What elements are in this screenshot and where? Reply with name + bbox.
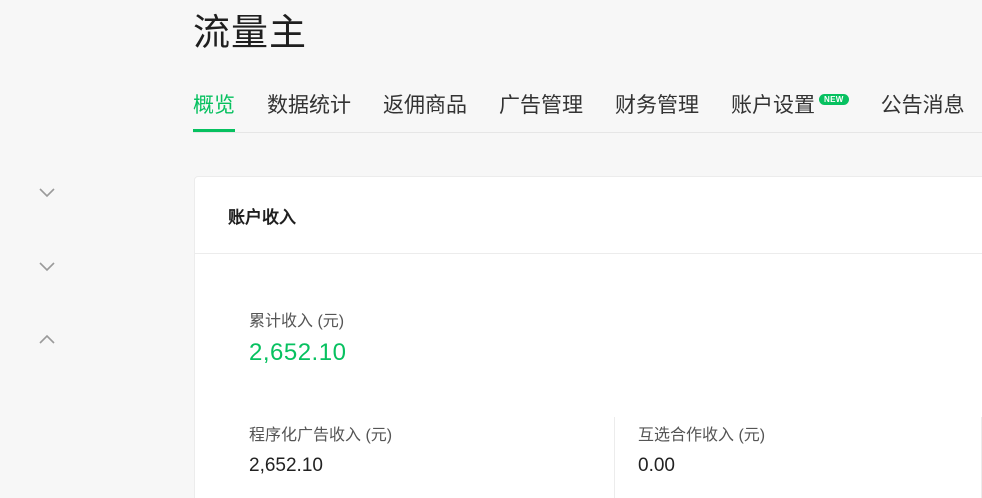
tab-label: 财务管理 [615,94,699,117]
card-header: 账户收入 [195,177,982,254]
tab-finance[interactable]: 财务管理 [615,84,699,128]
tab-label: 概览 [193,94,235,117]
mutual-selection-income: 互选合作收入 (元) 0.00 [638,421,765,477]
tab-ad-management[interactable]: 广告管理 [499,84,583,128]
programmatic-ad-income-label: 程序化广告收入 (元) [249,427,393,444]
total-income-label: 累计收入 (元) [249,313,345,330]
tab-rebate-products[interactable]: 返佣商品 [383,84,467,128]
tab-label: 返佣商品 [383,94,467,117]
chevron-down-icon[interactable] [38,258,56,276]
tab-announcements[interactable]: 公告消息 [881,84,965,128]
chevron-up-icon[interactable] [38,330,56,348]
chevron-down-icon[interactable] [38,184,56,202]
programmatic-ad-income: 程序化广告收入 (元) 2,652.10 [249,421,392,477]
account-income-card: 账户收入 累计收入 (元) 2,652.10 程序化广告收入 (元) 2,652… [194,176,982,498]
tab-overview[interactable]: 概览 [193,84,235,132]
total-income: 累计收入 (元) 2,652.10 [249,307,346,367]
programmatic-ad-income-value: 2,652.10 [249,455,323,476]
tab-label: 广告管理 [499,94,583,117]
tab-label: 数据统计 [267,94,351,117]
total-income-value: 2,652.10 [249,339,347,366]
card-title: 账户收入 [228,207,296,227]
tab-label: 账户设置 [731,94,815,117]
mutual-selection-income-value: 0.00 [638,455,675,476]
divider [614,417,615,498]
tab-bar: 概览 数据统计 返佣商品 广告管理 财务管理 账户设置 NEW 公告消息 [193,84,982,133]
sidebar [0,0,120,498]
tab-statistics[interactable]: 数据统计 [267,84,351,128]
page: 流量主 概览 数据统计 返佣商品 广告管理 财务管理 账户设置 NEW 公告消息 … [0,0,982,498]
tab-account-settings[interactable]: 账户设置 NEW [731,84,849,128]
new-badge: NEW [819,94,849,105]
mutual-selection-income-label: 互选合作收入 (元) [638,427,766,444]
page-title: 流量主 [193,12,307,53]
tab-label: 公告消息 [880,94,965,117]
